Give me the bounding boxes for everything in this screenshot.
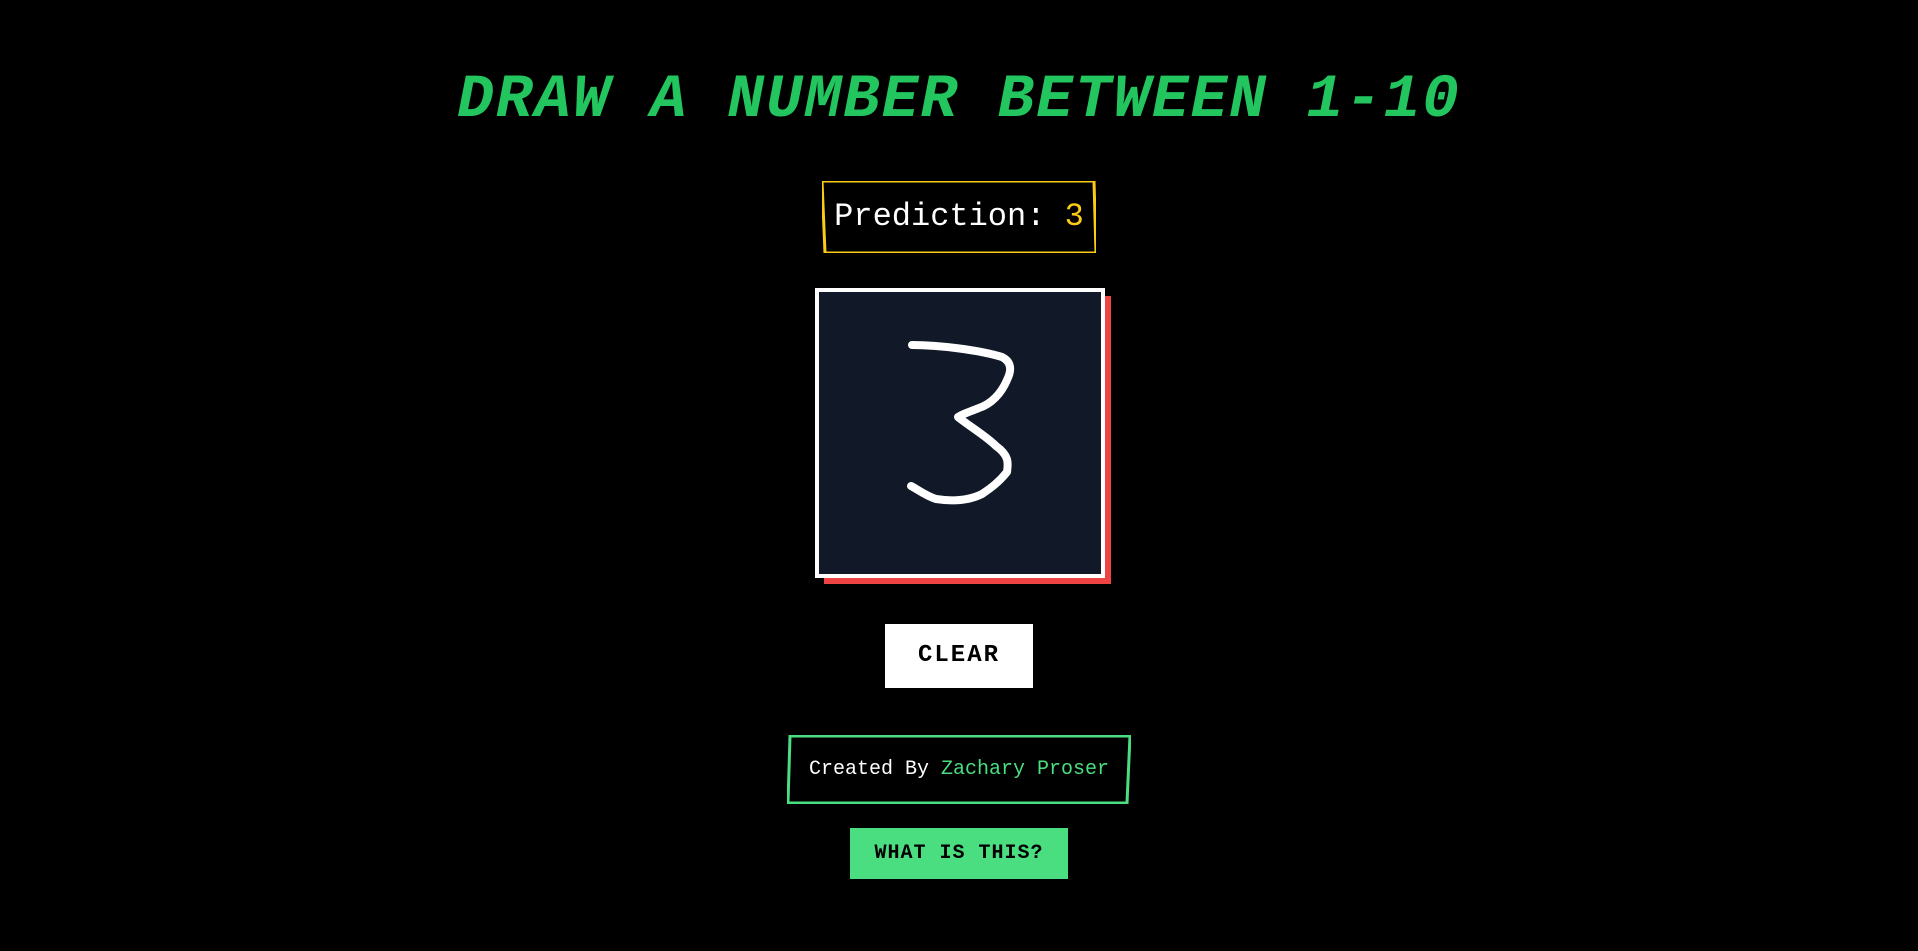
prediction-box: Prediction: 3 [822, 181, 1096, 253]
drawn-digit-stroke [907, 341, 1015, 505]
credit-prefix: Created By [808, 758, 929, 781]
credit-line: Created By Zachary Proser [787, 735, 1131, 804]
author-link[interactable]: Zachary Proser [941, 758, 1109, 781]
drawing-canvas[interactable] [815, 288, 1105, 578]
credit-box: Created By Zachary Proser [787, 735, 1131, 804]
what-is-this-button[interactable]: WHAT IS THIS? [850, 828, 1068, 879]
page-title: DRAW A NUMBER BETWEEN 1-10 [457, 66, 1461, 135]
prediction-label: Prediction: [834, 198, 1046, 235]
prediction-value: 3 [1064, 198, 1084, 235]
clear-button[interactable]: CLEAR [885, 624, 1033, 688]
prediction-readout: Prediction: 3 [822, 181, 1096, 253]
